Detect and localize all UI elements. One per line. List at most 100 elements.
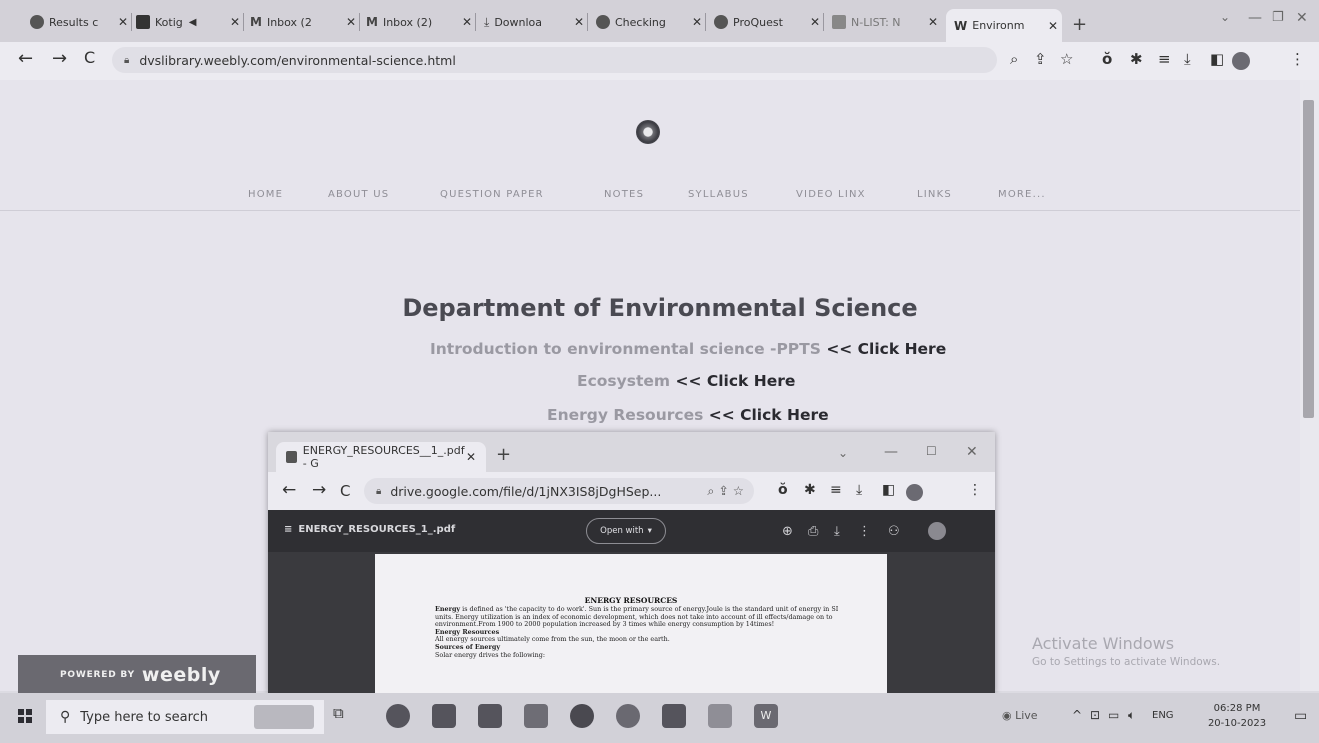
share-people-icon[interactable]: ⚇ xyxy=(888,524,900,539)
address-bar[interactable]: 🔒︎ dvslibrary.weebly.com/environmental-s… xyxy=(112,47,997,73)
reload-button[interactable]: C xyxy=(340,482,350,500)
tab-inbox-2[interactable]: M Inbox (2) ✕ xyxy=(366,7,476,37)
tab-nlist[interactable]: N-LIST: N ✕ xyxy=(832,7,942,37)
media-icon[interactable] xyxy=(478,704,502,728)
site-logo[interactable] xyxy=(636,120,660,144)
close-tab-icon[interactable]: ✕ xyxy=(1048,19,1062,33)
profile-avatar-icon[interactable] xyxy=(1232,52,1250,70)
task-view-icon[interactable]: ⧉ xyxy=(333,704,357,728)
ppts-click-here-link[interactable]: << Click Here xyxy=(826,340,946,358)
forward-button[interactable]: → xyxy=(52,48,67,69)
close-tab-icon[interactable]: ✕ xyxy=(692,15,706,29)
tab-environment-active[interactable]: W Environm ✕ xyxy=(946,9,1062,42)
scrollbar-thumb[interactable] xyxy=(1303,100,1314,418)
tray-app-icon[interactable]: ⊡ xyxy=(1090,708,1100,722)
new-tab-button[interactable]: + xyxy=(496,444,511,465)
taskbar-search[interactable]: ⚲ Type here to search xyxy=(46,700,324,734)
minimize-button[interactable]: — xyxy=(1248,10,1262,26)
nav-video-linx[interactable]: VIDEO LINX xyxy=(796,189,866,200)
tab-downloads[interactable]: ⤓ Downloa ✕ xyxy=(484,7,588,37)
extension-b-icon[interactable]: ŏ xyxy=(778,482,788,498)
pdf-page: ENERGY RESOURCES Energy is defined as 't… xyxy=(375,554,887,694)
restore-button[interactable]: ❐ xyxy=(1272,10,1284,25)
mail-icon[interactable] xyxy=(524,704,548,728)
zoom-share-star-icons[interactable]: ⌕ ⇪ ☆ xyxy=(707,483,744,499)
tab-search-icon[interactable]: ⌄ xyxy=(838,446,848,460)
language-indicator[interactable]: ENG xyxy=(1152,710,1174,721)
close-window-button[interactable]: ✕ xyxy=(1296,10,1308,26)
close-window-button[interactable]: ✕ xyxy=(966,444,978,460)
snipping-tool-icon[interactable] xyxy=(708,704,732,728)
close-tab-icon[interactable]: ✕ xyxy=(810,15,824,29)
reading-list-icon[interactable]: ≡ xyxy=(1158,50,1171,68)
volume-icon[interactable]: 🔈︎ xyxy=(1128,708,1135,723)
edge-icon[interactable] xyxy=(386,704,410,728)
nav-notes[interactable]: NOTES xyxy=(604,189,644,200)
reading-list-icon[interactable]: ≡ xyxy=(830,482,842,498)
clock-time[interactable]: 06:28 PM xyxy=(1206,703,1268,714)
drive-tab-active[interactable]: ENERGY_RESOURCES__1_.pdf - G ✕ xyxy=(276,442,486,472)
nav-home[interactable]: HOME xyxy=(248,189,283,200)
close-tab-icon[interactable]: ✕ xyxy=(462,15,476,29)
back-button[interactable]: ← xyxy=(18,48,33,69)
close-tab-icon[interactable]: ✕ xyxy=(230,15,244,29)
print-icon[interactable]: ⎙ xyxy=(808,524,818,539)
file-explorer-icon[interactable] xyxy=(662,704,686,728)
firefox-icon[interactable] xyxy=(616,704,640,728)
nav-syllabus[interactable]: SYLLABUS xyxy=(688,189,749,200)
nav-divider xyxy=(0,210,1300,211)
maximize-button[interactable]: ☐ xyxy=(926,444,937,458)
ecosystem-click-here-link[interactable]: << Click Here xyxy=(675,372,795,390)
tab-inbox-1[interactable]: M Inbox (2 ✕ xyxy=(250,7,360,37)
zoom-icon[interactable]: ⌕ xyxy=(1010,50,1018,68)
download-icon[interactable]: ⤓ xyxy=(834,524,840,539)
tab-kotig[interactable]: Kotig ◀ ✕ xyxy=(136,7,244,37)
close-tab-icon[interactable]: ✕ xyxy=(574,15,588,29)
profile-avatar-icon[interactable] xyxy=(906,484,923,501)
tray-chevron-icon[interactable]: ^ xyxy=(1072,708,1082,722)
nav-question-paper[interactable]: QUESTION PAPER xyxy=(440,189,544,200)
tab-proquest[interactable]: ProQuest ✕ xyxy=(714,7,824,37)
new-tab-button[interactable]: + xyxy=(1072,14,1087,35)
clock-date[interactable]: 20-10-2023 xyxy=(1206,718,1268,729)
network-icon[interactable]: ▭ xyxy=(1108,708,1119,722)
back-button[interactable]: ← xyxy=(282,480,296,500)
minimize-button[interactable]: — xyxy=(884,444,898,460)
nav-more[interactable]: MORE... xyxy=(998,189,1046,200)
side-panel-icon[interactable]: ◧ xyxy=(882,482,895,498)
more-options-icon[interactable]: ⋮ xyxy=(858,524,871,539)
extension-b-icon[interactable]: ŏ xyxy=(1102,50,1112,68)
side-panel-icon[interactable]: ◧ xyxy=(1210,50,1224,68)
extensions-puzzle-icon[interactable]: ✱ xyxy=(804,482,816,498)
energy-click-here-link[interactable]: << Click Here xyxy=(709,406,829,424)
nav-links[interactable]: LINKS xyxy=(917,189,952,200)
chrome-icon[interactable] xyxy=(570,704,594,728)
close-tab-icon[interactable]: ✕ xyxy=(928,15,942,29)
weather-live[interactable]: ◉ Live xyxy=(1002,709,1038,722)
notification-icon[interactable]: ▭ xyxy=(1294,708,1307,724)
close-tab-icon[interactable]: ✕ xyxy=(346,15,360,29)
tab-checking[interactable]: Checking ✕ xyxy=(596,7,706,37)
store-icon[interactable] xyxy=(432,704,456,728)
open-with-button[interactable]: Open with ▾ xyxy=(586,518,666,544)
account-avatar-icon[interactable] xyxy=(928,522,946,540)
nav-about-us[interactable]: ABOUT US xyxy=(328,189,389,200)
windows-start-icon[interactable] xyxy=(18,709,32,723)
tab-search-icon[interactable]: ⌄ xyxy=(1220,10,1230,24)
menu-kebab-icon[interactable]: ⋮ xyxy=(1290,50,1305,68)
share-icon[interactable]: ⇪ xyxy=(1034,50,1047,68)
extensions-puzzle-icon[interactable]: ✱ xyxy=(1130,50,1143,68)
address-bar[interactable]: 🔒︎ drive.google.com/file/d/1jNX3IS8jDgHS… xyxy=(364,478,754,504)
reload-button[interactable]: C xyxy=(84,48,95,67)
word-icon[interactable]: W xyxy=(754,704,778,728)
forward-button[interactable]: → xyxy=(312,480,326,500)
downloads-icon[interactable]: ⤓ xyxy=(1184,50,1191,68)
menu-kebab-icon[interactable]: ⋮ xyxy=(968,482,982,498)
bookmark-star-icon[interactable]: ☆ xyxy=(1060,50,1073,68)
downloads-icon[interactable]: ⤓ xyxy=(856,482,862,498)
add-to-drive-icon[interactable]: ⊕ xyxy=(782,524,793,539)
close-tab-icon[interactable]: ✕ xyxy=(466,450,476,464)
tab-results[interactable]: Results c ✕ xyxy=(30,7,132,37)
powered-by-weebly-badge[interactable]: POWERED BY weebly xyxy=(18,655,256,695)
close-tab-icon[interactable]: ✕ xyxy=(118,15,132,29)
